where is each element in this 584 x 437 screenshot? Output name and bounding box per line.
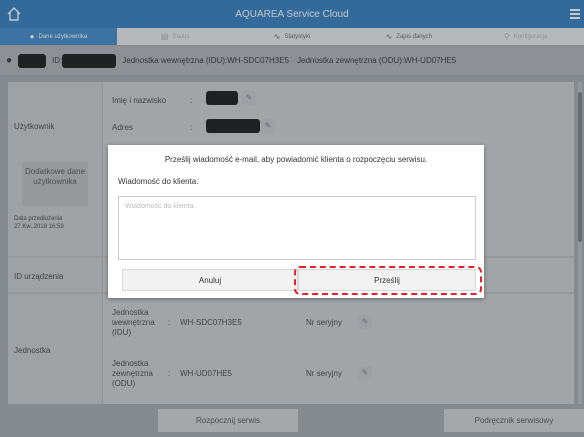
dialog-sub-label: Wiadomość do klienta. bbox=[118, 177, 199, 186]
send-button-highlight bbox=[294, 266, 482, 295]
client-message-input[interactable] bbox=[118, 196, 476, 260]
dialog-message: Prześlij wiadomość e-mail, aby powiadomi… bbox=[164, 155, 428, 164]
cancel-button[interactable]: Anuluj bbox=[122, 269, 298, 291]
